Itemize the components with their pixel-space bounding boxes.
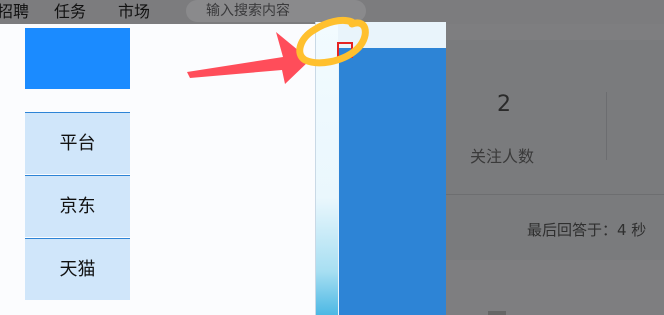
arrow-annotation	[187, 32, 310, 84]
annotation-layer	[187, 16, 369, 84]
circle-annotation	[296, 16, 369, 67]
